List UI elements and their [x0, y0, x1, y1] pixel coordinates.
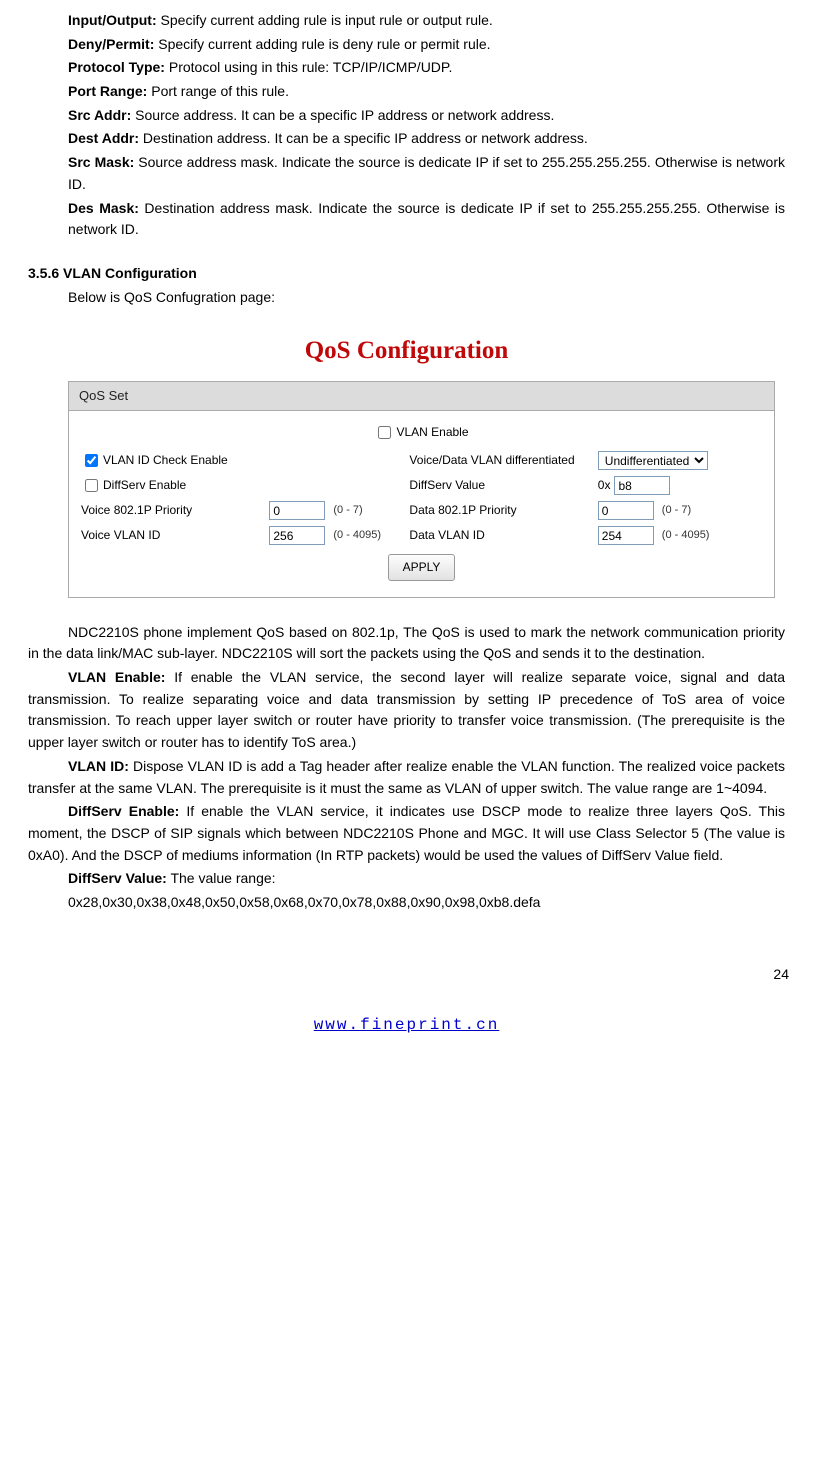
term-text: Protocol using in this rule: TCP/IP/ICMP… [165, 59, 452, 75]
term-text: Dispose VLAN ID is add a Tag header afte… [28, 758, 785, 796]
footer-link[interactable]: www.fineprint.cn [0, 1013, 813, 1038]
term-label: Input/Output: [68, 12, 157, 28]
form-row: Voice 802.1P Priority (0 - 7) Data 802.1… [77, 498, 766, 523]
vlan-enable-paragraph: VLAN Enable: If enable the VLAN service,… [28, 667, 785, 754]
vlan-enable-checkbox[interactable] [378, 426, 391, 439]
diffserv-value-label: DiffServ Value [409, 476, 485, 495]
data-vlan-id-label: Data VLAN ID [409, 526, 484, 545]
term-label: Port Range: [68, 83, 147, 99]
term-text: Destination address. It can be a specifi… [139, 130, 588, 146]
qos-title: QoS Configuration [28, 332, 785, 371]
diffserv-values-list: 0x28,0x30,0x38,0x48,0x50,0x58,0x68,0x70,… [28, 892, 785, 914]
term-text: Source address. It can be a specific IP … [131, 107, 554, 123]
section-heading: 3.5.6 VLAN Configuration [28, 263, 785, 285]
definition-deny-permit: Deny/Permit: Specify current adding rule… [28, 34, 785, 56]
range-hint: (0 - 7) [333, 502, 362, 519]
vlan-id-check-label: VLAN ID Check Enable [103, 451, 228, 470]
term-label: DiffServ Enable: [68, 803, 179, 819]
diffserv-value-input[interactable] [614, 476, 670, 495]
diffserv-enable-paragraph: DiffServ Enable: If enable the VLAN serv… [28, 801, 785, 866]
term-label: Deny/Permit: [68, 36, 154, 52]
voice-vlan-id-label: Voice VLAN ID [81, 526, 160, 545]
term-label: Src Addr: [68, 107, 131, 123]
definition-dest-addr: Dest Addr: Destination address. It can b… [28, 128, 785, 150]
apply-row: APPLY [77, 548, 766, 583]
voice-8021p-label: Voice 802.1P Priority [81, 501, 192, 520]
diffserv-value-paragraph: DiffServ Value: The value range: [28, 868, 785, 890]
definition-src-addr: Src Addr: Source address. It can be a sp… [28, 105, 785, 127]
data-8021p-input[interactable] [598, 501, 654, 520]
term-text: The value range: [167, 870, 276, 886]
vlan-id-check-checkbox[interactable] [85, 454, 98, 467]
vlan-enable-row: VLAN Enable [77, 419, 766, 448]
definition-port-range: Port Range: Port range of this rule. [28, 81, 785, 103]
data-8021p-label: Data 802.1P Priority [409, 501, 516, 520]
definition-protocol-type: Protocol Type: Protocol using in this ru… [28, 57, 785, 79]
page-number: 24 [0, 964, 789, 986]
range-hint: (0 - 4095) [662, 527, 710, 544]
voice-data-diff-select[interactable]: Undifferentiated [598, 451, 708, 470]
term-label: Src Mask: [68, 154, 134, 170]
vlan-enable-label: VLAN Enable [396, 423, 468, 442]
term-label: Protocol Type: [68, 59, 165, 75]
term-label: VLAN Enable: [68, 669, 165, 685]
term-text: Specify current adding rule is deny rule… [154, 36, 490, 52]
hex-prefix: 0x [598, 476, 611, 495]
data-vlan-id-input[interactable] [598, 526, 654, 545]
term-label: VLAN ID: [68, 758, 129, 774]
range-hint: (0 - 7) [662, 502, 691, 519]
footer-url: www.fineprint.cn [314, 1016, 500, 1034]
form-row: DiffServ Enable DiffServ Value 0x [77, 473, 766, 498]
vlan-id-paragraph: VLAN ID: Dispose VLAN ID is add a Tag he… [28, 756, 785, 799]
apply-button[interactable]: APPLY [388, 554, 456, 581]
form-row: Voice VLAN ID (0 - 4095) Data VLAN ID (0… [77, 523, 766, 548]
qos-panel-body: VLAN Enable VLAN ID Check Enable Voice/D… [69, 411, 774, 597]
range-hint: (0 - 4095) [333, 527, 381, 544]
definition-input-output: Input/Output: Specify current adding rul… [28, 10, 785, 32]
diffserv-enable-checkbox[interactable] [85, 479, 98, 492]
term-label: DiffServ Value: [68, 870, 167, 886]
term-text: Specify current adding rule is input rul… [157, 12, 493, 28]
definition-des-mask: Des Mask: Destination address mask. Indi… [28, 198, 785, 241]
term-label: Des Mask: [68, 200, 139, 216]
intro-paragraph: NDC2210S phone implement QoS based on 80… [28, 622, 785, 665]
qos-panel-header: QoS Set [69, 382, 774, 411]
voice-data-diff-label: Voice/Data VLAN differentiated [409, 451, 574, 470]
form-row: VLAN ID Check Enable Voice/Data VLAN dif… [77, 448, 766, 473]
voice-vlan-id-input[interactable] [269, 526, 325, 545]
term-label: Dest Addr: [68, 130, 139, 146]
diffserv-enable-label: DiffServ Enable [103, 476, 186, 495]
voice-8021p-input[interactable] [269, 501, 325, 520]
qos-panel: QoS Set VLAN Enable VLAN ID Check Enable… [68, 381, 775, 598]
section-subtext: Below is QoS Confugration page: [28, 287, 785, 309]
term-text: Destination address mask. Indicate the s… [68, 200, 785, 238]
definition-src-mask: Src Mask: Source address mask. Indicate … [28, 152, 785, 195]
term-text: Source address mask. Indicate the source… [68, 154, 785, 192]
document-page: Input/Output: Specify current adding rul… [0, 0, 813, 936]
term-text: Port range of this rule. [147, 83, 289, 99]
